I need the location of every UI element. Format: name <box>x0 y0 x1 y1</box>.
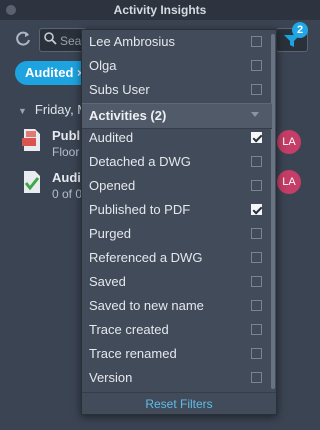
avatar[interactable]: LA <box>277 170 301 194</box>
option-label: Olga <box>89 58 117 73</box>
section-label: Activities (2) <box>89 108 167 123</box>
activity-subtitle: Floor <box>52 145 80 159</box>
collapse-triangle-icon: ▼ <box>18 106 27 116</box>
activity-option-saved[interactable]: Saved <box>82 270 268 294</box>
activity-option-trace-renamed[interactable]: Trace renamed <box>82 342 268 366</box>
option-label: Trace created <box>89 322 169 337</box>
activity-option-referenced-dwg[interactable]: Referenced a DWG <box>82 246 268 270</box>
option-label: Opened <box>89 178 136 193</box>
user-option-lee-ambrosius[interactable]: Lee Ambrosius <box>82 30 268 54</box>
checkbox[interactable] <box>251 36 262 47</box>
reset-filters-link[interactable]: Reset Filters <box>82 397 276 411</box>
checkbox[interactable] <box>251 324 262 335</box>
checkbox[interactable] <box>251 348 262 359</box>
activity-option-detached-dwg[interactable]: Detached a DWG <box>82 150 268 174</box>
chip-label: Audited <box>25 65 74 80</box>
search-input[interactable]: Search <box>39 28 87 52</box>
avatar[interactable]: LA <box>277 130 301 154</box>
option-label: Subs User <box>89 82 150 97</box>
option-label: Purged <box>89 226 131 241</box>
window-title: Activity Insights <box>113 3 207 17</box>
date-group-header[interactable]: ▼ Friday, M <box>18 102 88 117</box>
option-label: Referenced a DWG <box>89 250 203 265</box>
activity-option-saved-new-name[interactable]: Saved to new name <box>82 294 268 318</box>
activity-option-published-pdf[interactable]: Published to PDF <box>82 198 268 222</box>
checkbox[interactable] <box>251 372 262 383</box>
checkbox[interactable] <box>251 228 262 239</box>
filter-dropdown: Lee Ambrosius Olga Subs User Activities … <box>81 29 277 415</box>
option-label: Version <box>89 370 133 385</box>
checkbox-checked[interactable] <box>251 132 262 143</box>
option-label: Published to PDF <box>89 202 191 217</box>
activity-subtitle: 0 of 0 <box>52 187 83 201</box>
dropdown-footer: Reset Filters <box>82 392 276 414</box>
audit-document-icon <box>24 171 40 193</box>
checkbox[interactable] <box>251 156 262 167</box>
user-option-subs-user[interactable]: Subs User <box>82 78 268 102</box>
activity-option-trace-created[interactable]: Trace created <box>82 318 268 342</box>
checkbox[interactable] <box>251 84 262 95</box>
checkbox[interactable] <box>251 276 262 287</box>
chevron-down-icon <box>251 112 259 117</box>
filter-count-badge: 2 <box>292 22 308 38</box>
title-bar: Activity Insights <box>0 0 320 20</box>
option-label: Audited <box>89 130 134 145</box>
dropdown-scrollbar[interactable] <box>271 34 275 389</box>
activity-option-version[interactable]: Version <box>82 366 268 390</box>
option-label: Detached a DWG <box>89 154 191 169</box>
option-label: Saved <box>89 274 126 289</box>
activity-title: Publi <box>52 128 84 143</box>
checkbox[interactable] <box>251 300 262 311</box>
activity-option-opened[interactable]: Opened <box>82 174 268 198</box>
refresh-icon[interactable] <box>13 30 33 50</box>
search-icon <box>44 32 57 45</box>
option-label: Saved to new name <box>89 298 204 313</box>
checkbox[interactable] <box>251 252 262 263</box>
user-option-olga[interactable]: Olga <box>82 54 268 78</box>
activity-option-purged[interactable]: Purged <box>82 222 268 246</box>
option-label: Trace renamed <box>89 346 177 361</box>
option-label: Lee Ambrosius <box>89 34 175 49</box>
pdf-document-icon <box>22 129 40 151</box>
activity-option-audited[interactable]: Audited <box>82 126 268 150</box>
checkbox[interactable] <box>251 180 262 191</box>
checkbox[interactable] <box>251 60 262 71</box>
checkbox-checked[interactable] <box>251 204 262 215</box>
